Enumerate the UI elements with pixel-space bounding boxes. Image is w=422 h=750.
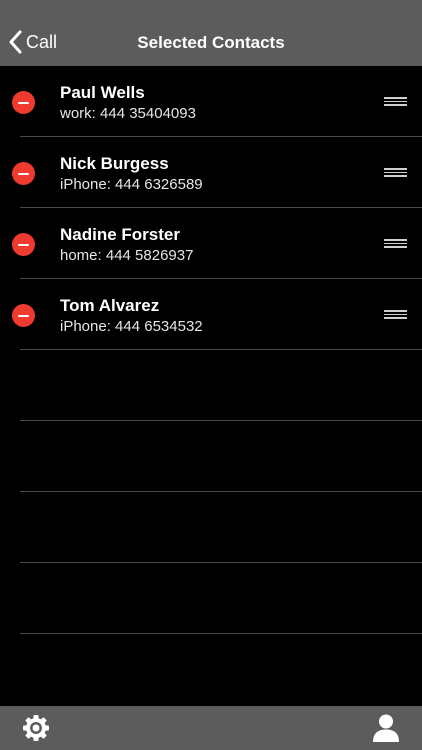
bottom-toolbar xyxy=(0,706,422,750)
empty-row xyxy=(0,421,422,492)
contact-name: Tom Alvarez xyxy=(60,296,160,315)
navigation-bar: Call Selected Contacts xyxy=(0,0,422,66)
empty-row xyxy=(0,492,422,563)
gear-icon xyxy=(23,715,49,741)
contact-row[interactable]: Nick Burgess iPhone: 444 6326589 xyxy=(0,137,422,208)
contact-phone: iPhone: 444 6534532 xyxy=(60,318,203,335)
drag-handle-icon[interactable] xyxy=(384,168,407,178)
profile-button[interactable] xyxy=(372,713,400,748)
drag-handle-icon[interactable] xyxy=(384,97,407,107)
contact-row[interactable]: Paul Wells work: 444 35404093 xyxy=(0,66,422,137)
contact-name: Nadine Forster xyxy=(60,225,180,244)
contact-phone: iPhone: 444 6326589 xyxy=(60,176,203,193)
contact-name: Nick Burgess xyxy=(60,154,169,173)
drag-handle-icon[interactable] xyxy=(384,239,407,249)
settings-button[interactable] xyxy=(22,714,50,747)
person-icon xyxy=(373,714,399,742)
page-title: Selected Contacts xyxy=(137,33,285,52)
contact-list: Paul Wells work: 444 35404093 Nick Burge… xyxy=(0,66,422,634)
empty-row xyxy=(0,563,422,634)
contact-row[interactable]: Tom Alvarez iPhone: 444 6534532 xyxy=(0,279,422,350)
empty-row xyxy=(0,350,422,421)
drag-handle-icon[interactable] xyxy=(384,310,407,320)
delete-icon[interactable] xyxy=(12,233,35,256)
contact-phone: home: 444 5826937 xyxy=(60,247,194,264)
delete-icon[interactable] xyxy=(12,304,35,327)
delete-icon[interactable] xyxy=(12,91,35,114)
contact-row[interactable]: Nadine Forster home: 444 5826937 xyxy=(0,208,422,279)
delete-icon[interactable] xyxy=(12,162,35,185)
contact-name: Paul Wells xyxy=(60,83,145,102)
contact-phone: work: 444 35404093 xyxy=(60,105,196,122)
